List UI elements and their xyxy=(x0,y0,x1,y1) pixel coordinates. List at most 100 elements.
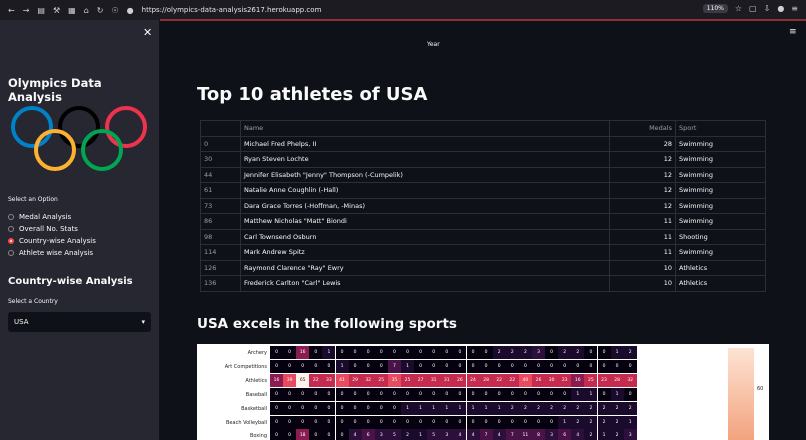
cell-sport[interactable]: Swimming xyxy=(675,213,766,230)
heatmap-cell: 0 xyxy=(414,415,428,429)
cell-index[interactable]: 114 xyxy=(200,244,241,261)
bookmark-star-icon[interactable]: ☆ xyxy=(735,4,742,13)
tools-icon[interactable]: ⚒ xyxy=(53,6,60,15)
sidebar-section-title: Country-wise Analysis xyxy=(8,276,133,287)
app-menu-icon[interactable]: ≡ xyxy=(789,27,797,37)
cell-sport[interactable]: Swimming xyxy=(675,182,766,199)
heatmap-cell: 32 xyxy=(361,373,375,387)
cell-index[interactable]: 98 xyxy=(200,228,241,245)
forward-icon[interactable]: → xyxy=(23,6,30,15)
cell-sport[interactable]: Swimming xyxy=(675,166,766,183)
cell-sport[interactable]: Swimming xyxy=(675,151,766,168)
cell-name[interactable]: Carl Townsend Osburn xyxy=(240,228,610,245)
heatmap-cell: 7 xyxy=(505,429,519,440)
country-label: Select a Country xyxy=(8,298,58,305)
heatmap-cell: 0 xyxy=(335,415,349,429)
heatmap-cell: 0 xyxy=(505,415,519,429)
cell-name[interactable]: Jennifer Elisabeth "Jenny" Thompson (-Cu… xyxy=(240,166,610,183)
cell-name[interactable]: Michael Fred Phelps, II xyxy=(240,135,610,152)
cell-sport[interactable]: Swimming xyxy=(675,197,766,214)
heatmap-cell: 0 xyxy=(361,401,375,415)
heatmap-cell: 0 xyxy=(309,387,323,401)
cell-sport[interactable]: Swimming xyxy=(675,135,766,152)
cell-name[interactable]: Frederick Carlton "Carl" Lewis xyxy=(240,275,610,292)
cell-index[interactable]: 136 xyxy=(200,275,241,292)
cell-medals[interactable]: 10 xyxy=(609,259,676,276)
table-row: 0 Michael Fred Phelps, II 28 Swimming xyxy=(200,135,766,152)
radio-athlete-wise[interactable]: Athlete wise Analysis xyxy=(8,247,96,259)
back-icon[interactable]: ← xyxy=(8,6,15,15)
athletes-table: Name Medals Sport 0 Michael Fred Phelps, … xyxy=(200,120,766,292)
heatmap-cell: 0 xyxy=(558,359,572,373)
cell-index[interactable]: 30 xyxy=(200,151,241,168)
sidebar-toggle-icon[interactable]: ▤ xyxy=(37,6,45,15)
radio-medal-analysis[interactable]: Medal Analysis xyxy=(8,211,96,223)
menu-icon[interactable]: ≡ xyxy=(791,4,798,13)
cell-sport[interactable]: Shooting xyxy=(675,228,766,245)
heatmap-cell: 25 xyxy=(401,373,414,387)
address-bar[interactable]: https://olympics-data-analysis2617.herok… xyxy=(142,6,322,14)
cell-index[interactable]: 126 xyxy=(200,259,241,276)
heatmap-cell: 41 xyxy=(335,373,349,387)
shield-icon[interactable]: ☉ xyxy=(111,6,118,15)
column-header-sport[interactable]: Sport xyxy=(675,120,766,137)
heatmap-cell: 0 xyxy=(584,359,598,373)
heatmap-cell: 6 xyxy=(558,429,572,440)
cell-medals[interactable]: 11 xyxy=(609,228,676,245)
cell-medals[interactable]: 12 xyxy=(609,182,676,199)
refresh-icon[interactable]: ↻ xyxy=(97,6,104,15)
column-header-name[interactable]: Name xyxy=(240,120,610,137)
radio-overall-stats[interactable]: Overall No. Stats xyxy=(8,223,96,235)
close-sidebar-icon[interactable]: ✕ xyxy=(143,26,152,39)
heatmap-cell: 33 xyxy=(322,373,336,387)
cell-index[interactable]: 73 xyxy=(200,197,241,214)
heatmap-cell: 0 xyxy=(597,387,611,401)
cell-medals[interactable]: 28 xyxy=(609,135,676,152)
heatmap-cell: 0 xyxy=(492,359,506,373)
download-icon[interactable]: ⇩ xyxy=(764,4,771,13)
cell-medals[interactable]: 12 xyxy=(609,166,676,183)
heatmap-cell: 1 xyxy=(597,429,611,440)
heatmap-cell: 28 xyxy=(610,373,624,387)
cell-name[interactable]: Natalie Anne Coughlin (-Hall) xyxy=(240,182,610,199)
pocket-icon[interactable]: ▢ xyxy=(749,4,757,13)
zoom-level[interactable]: 110% xyxy=(702,4,728,13)
cell-sport[interactable]: Athletics xyxy=(675,275,766,292)
heatmap-cell: 8 xyxy=(532,429,545,440)
radio-country-wise[interactable]: Country-wise Analysis xyxy=(8,235,96,247)
home-icon[interactable]: ⌂ xyxy=(84,6,89,15)
cell-index[interactable]: 44 xyxy=(200,166,241,183)
cell-name[interactable]: Ryan Steven Lochte xyxy=(240,151,610,168)
cell-index[interactable]: 86 xyxy=(200,213,241,230)
radio-dot-selected xyxy=(8,238,14,244)
heatmap-cell: 0 xyxy=(545,415,559,429)
cell-index[interactable]: 0 xyxy=(200,135,241,152)
cell-medals[interactable]: 11 xyxy=(609,244,676,261)
column-header-medals[interactable]: Medals xyxy=(609,120,676,137)
heatmap-cell: 3 xyxy=(374,429,388,440)
column-header-index[interactable] xyxy=(200,120,241,137)
extension-icon[interactable]: ● xyxy=(777,4,784,13)
cell-name[interactable]: Mark Andrew Spitz xyxy=(240,244,610,261)
heatmap-cell: 0 xyxy=(466,346,480,359)
cell-medals[interactable]: 12 xyxy=(609,151,676,168)
cell-sport[interactable]: Athletics xyxy=(675,259,766,276)
cell-medals[interactable]: 10 xyxy=(609,275,676,292)
cell-name[interactable]: Raymond Clarence "Ray" Ewry xyxy=(240,259,610,276)
cell-index[interactable]: 61 xyxy=(200,182,241,199)
heatmap-cell: 1 xyxy=(453,401,467,415)
country-select[interactable]: USA ▾ xyxy=(8,312,151,332)
heatmap-cell: 0 xyxy=(335,346,349,359)
heatmap-cell: 0 xyxy=(374,359,388,373)
cell-name[interactable]: Dara Grace Torres (-Hoffman, -Minas) xyxy=(240,197,610,214)
cell-sport[interactable]: Swimming xyxy=(675,244,766,261)
heatmap-cell: 0 xyxy=(348,401,362,415)
heatmap-cell: 0 xyxy=(322,387,336,401)
cell-name[interactable]: Matthew Nicholas "Matt" Biondi xyxy=(240,213,610,230)
gallery-icon[interactable]: ▦ xyxy=(68,6,76,15)
heatmap-cell: 1 xyxy=(610,387,624,401)
cell-medals[interactable]: 12 xyxy=(609,197,676,214)
cell-medals[interactable]: 11 xyxy=(609,213,676,230)
heatmap-cell: 0 xyxy=(361,346,375,359)
heatmap-cell: 29 xyxy=(348,373,362,387)
